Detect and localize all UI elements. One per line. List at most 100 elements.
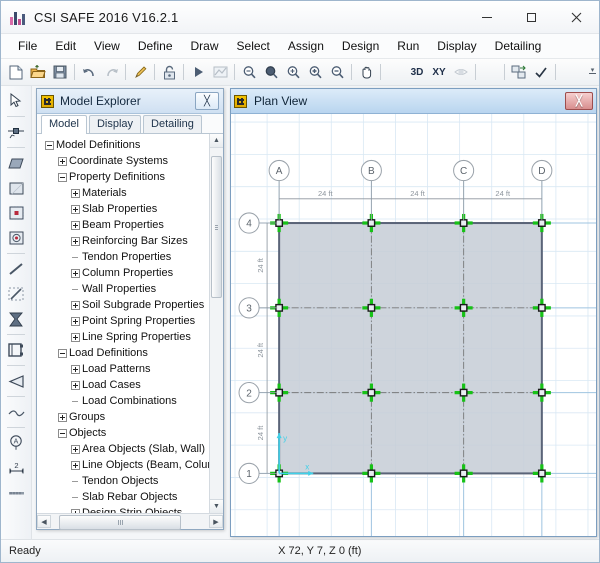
view-z-icon[interactable]: XY — [429, 62, 449, 82]
undo-icon[interactable] — [79, 62, 99, 82]
dimension-line-icon[interactable]: 2 — [4, 456, 28, 480]
draw-null-line-icon[interactable] — [4, 282, 28, 306]
tree-item[interactable]: Tendon Objects — [39, 473, 209, 489]
tree-item[interactable]: Line Objects (Beam, Column) — [39, 457, 209, 473]
grid-label-icon[interactable]: A — [4, 431, 28, 455]
zoom-previous-icon[interactable] — [261, 62, 281, 82]
tree-item[interactable]: Design Strip Objects — [39, 505, 209, 513]
close-button[interactable] — [554, 1, 599, 33]
perspective-icon[interactable] — [451, 62, 471, 82]
zoom-out-icon[interactable] — [327, 62, 347, 82]
point-object-node[interactable] — [367, 469, 376, 478]
new-file-icon[interactable] — [6, 62, 26, 82]
scroll-track[interactable] — [210, 148, 223, 499]
tree-expand-icon[interactable] — [58, 412, 67, 422]
tree-item[interactable]: Load Cases — [39, 377, 209, 393]
plan-view-drawing[interactable]: A B C D 24 ft 24 ft 24 ft 4 3 2 1 24 ft 24 ft 24 ft x y — [231, 114, 596, 536]
model-tree[interactable]: Model Definitions Coordinate Systems Prope… — [37, 134, 209, 513]
tree-item[interactable]: Load Combinations — [39, 393, 209, 409]
tree-horizontal-scrollbar[interactable]: ◀ ▶ — [37, 513, 223, 530]
pencil-icon[interactable] — [130, 62, 150, 82]
draw-circle-object-icon[interactable] — [4, 226, 28, 250]
scroll-right-button[interactable]: ▶ — [209, 515, 223, 528]
tree-expand-icon[interactable] — [71, 364, 80, 374]
menu-run[interactable]: Run — [388, 36, 428, 56]
draw-wedge-icon[interactable] — [4, 369, 28, 393]
tab-model[interactable]: Model — [41, 115, 87, 134]
check-icon[interactable] — [531, 62, 551, 82]
maximize-button[interactable] — [509, 1, 554, 33]
run-play-icon[interactable] — [188, 62, 208, 82]
tree-item[interactable]: Point Spring Properties — [39, 313, 209, 329]
menu-detailing[interactable]: Detailing — [486, 36, 551, 56]
tree-expand-icon[interactable] — [71, 220, 80, 230]
tree-item[interactable]: Slab Rebar Objects — [39, 489, 209, 505]
plan-view-canvas[interactable]: A B C D 24 ft 24 ft 24 ft 4 3 2 1 24 ft 24 ft 24 ft x y — [231, 114, 596, 536]
scroll-thumb[interactable] — [211, 156, 222, 298]
tree-expand-icon[interactable] — [71, 204, 80, 214]
minimize-button[interactable] — [464, 1, 509, 33]
tree-collapse-icon[interactable] — [58, 428, 67, 438]
tree-item[interactable]: Objects — [39, 425, 209, 441]
tree-expand-icon[interactable] — [71, 188, 80, 198]
view-xy-icon[interactable]: 3D — [407, 62, 427, 82]
scroll-left-button[interactable]: ◀ — [37, 515, 51, 528]
tree-item[interactable]: Line Spring Properties — [39, 329, 209, 345]
menu-define[interactable]: Define — [129, 36, 182, 56]
model-explorer-close-button[interactable]: ╳ — [195, 92, 219, 110]
draw-rect-area-icon[interactable] — [4, 176, 28, 200]
point-object-node[interactable] — [537, 388, 546, 397]
run-analysis-icon[interactable] — [210, 62, 230, 82]
point-object-node[interactable] — [459, 303, 468, 312]
tree-collapse-icon[interactable] — [58, 172, 67, 182]
draw-quad-area-icon[interactable] — [4, 151, 28, 175]
zoom-window-icon[interactable] — [239, 62, 259, 82]
pan-hand-icon[interactable] — [356, 62, 376, 82]
redo-icon[interactable] — [101, 62, 121, 82]
tree-expand-icon[interactable] — [71, 508, 80, 513]
draw-rebar-icon[interactable] — [4, 481, 28, 505]
draw-point-object-icon[interactable] — [4, 201, 28, 225]
scroll-up-button[interactable]: ▲ — [210, 134, 223, 148]
tree-item[interactable]: Groups — [39, 409, 209, 425]
hscroll-thumb[interactable] — [59, 515, 181, 530]
menu-view[interactable]: View — [85, 36, 129, 56]
tab-display[interactable]: Display — [88, 115, 142, 133]
tree-expand-icon[interactable] — [71, 236, 80, 246]
tree-item[interactable]: Column Properties — [39, 265, 209, 281]
draw-curve-icon[interactable] — [4, 400, 28, 424]
menu-design[interactable]: Design — [333, 36, 388, 56]
draw-column-icon[interactable] — [4, 307, 28, 331]
zoom-full-icon[interactable] — [305, 62, 325, 82]
tree-expand-icon[interactable] — [71, 268, 80, 278]
menu-display[interactable]: Display — [428, 36, 485, 56]
lock-icon[interactable] — [159, 62, 179, 82]
tree-item[interactable]: Materials — [39, 185, 209, 201]
save-icon[interactable] — [50, 62, 70, 82]
tree-expand-icon[interactable] — [71, 460, 80, 470]
tree-expand-icon[interactable] — [71, 380, 80, 390]
tree-item[interactable]: Area Objects (Slab, Wall) — [39, 441, 209, 457]
tree-expand-icon[interactable] — [71, 332, 80, 342]
tree-item[interactable]: Property Definitions — [39, 169, 209, 185]
view-3d-icon[interactable] — [385, 62, 405, 82]
tree-vertical-scrollbar[interactable]: ▲ ▼ — [209, 134, 223, 513]
menu-file[interactable]: File — [9, 36, 46, 56]
toolbar-overflow-button[interactable]: ▾ — [588, 62, 597, 80]
scroll-down-button[interactable]: ▼ — [210, 499, 223, 513]
point-object-node[interactable] — [367, 303, 376, 312]
menu-draw[interactable]: Draw — [182, 36, 228, 56]
tree-expand-icon[interactable] — [58, 156, 67, 166]
tree-item[interactable]: Model Definitions — [39, 137, 209, 153]
tree-item[interactable]: Soil Subgrade Properties — [39, 297, 209, 313]
point-object-node[interactable] — [537, 303, 546, 312]
point-object-node[interactable] — [459, 388, 468, 397]
reshape-node-icon[interactable] — [4, 120, 28, 144]
tree-item[interactable]: Coordinate Systems — [39, 153, 209, 169]
menu-assign[interactable]: Assign — [279, 36, 333, 56]
tree-collapse-icon[interactable] — [58, 348, 67, 358]
tab-detailing[interactable]: Detailing — [143, 115, 202, 133]
tree-item[interactable]: Load Definitions — [39, 345, 209, 361]
object-shrink-icon[interactable] — [509, 62, 529, 82]
glasses-icon[interactable] — [480, 62, 500, 82]
